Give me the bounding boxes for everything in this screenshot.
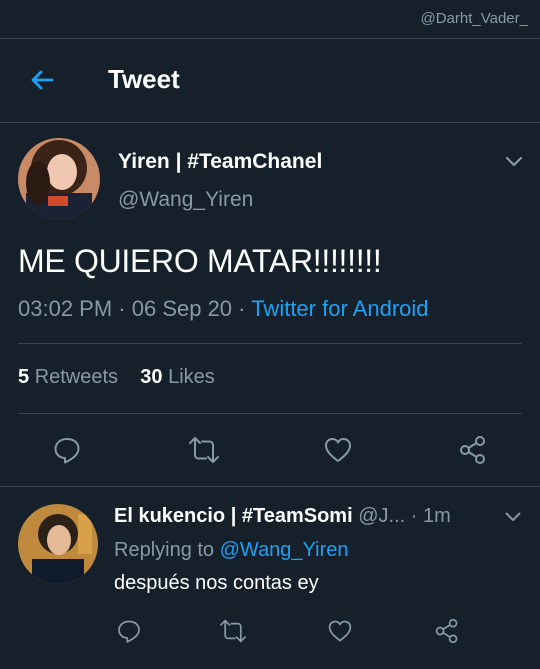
tweet-options-button[interactable]	[504, 155, 524, 169]
divider	[18, 413, 522, 414]
divider	[18, 343, 522, 344]
back-button[interactable]	[26, 64, 58, 96]
replying-to-link[interactable]: @Wang_Yiren	[220, 539, 349, 561]
back-arrow-icon	[31, 70, 54, 90]
watermark-handle: @Darht_Vader_	[420, 10, 528, 27]
share-button[interactable]	[458, 435, 488, 470]
reply-share-button[interactable]	[434, 618, 460, 649]
reply-reply-button[interactable]	[116, 618, 142, 649]
share-icon	[435, 618, 458, 644]
reply-header: El kukencio | #TeamSomi @J... · 1m	[114, 505, 451, 527]
tweet-time: 03:02 PM	[18, 296, 113, 321]
reply-retweet-button[interactable]	[219, 618, 247, 649]
likes-stat[interactable]: 30 Likes	[140, 366, 215, 388]
chevron-down-icon	[505, 512, 521, 521]
chevron-down-icon	[505, 156, 523, 167]
retweet-icon	[189, 437, 219, 463]
divider	[0, 486, 540, 487]
retweets-stat[interactable]: 5 Retweets	[18, 366, 118, 388]
reply-author-handle[interactable]: @J...	[358, 505, 405, 527]
reply-like-button[interactable]	[327, 618, 353, 649]
share-icon	[460, 436, 485, 464]
page-title: Tweet	[108, 64, 180, 94]
reply-options-button[interactable]	[504, 510, 522, 522]
header: Tweet	[0, 38, 540, 123]
tweet-author-handle[interactable]: @Wang_Yiren	[118, 188, 253, 212]
like-icon	[325, 438, 351, 462]
like-icon	[328, 620, 352, 642]
tweet-text: ME QUIERO MATAR!!!!!!!!	[18, 243, 382, 279]
retweet-icon	[219, 619, 246, 643]
reply-text: después nos contas ey	[114, 572, 319, 594]
tweet-meta: 03:02 PM · 06 Sep 20 · Twitter for Andro…	[18, 296, 429, 321]
tweet-stats: 5 Retweets 30 Likes	[18, 366, 215, 389]
reply-icon	[118, 620, 140, 643]
tweet-source-link[interactable]: Twitter for Android	[251, 296, 428, 321]
status-bar: @Darht_Vader_	[0, 0, 540, 39]
tweet-author-avatar[interactable]	[18, 138, 100, 220]
tweet-date: 06 Sep 20	[131, 296, 233, 321]
reply-author-name[interactable]: El kukencio | #TeamSomi	[114, 505, 353, 527]
tweet-author-name[interactable]: Yiren | #TeamChanel	[118, 150, 322, 174]
like-button[interactable]	[323, 435, 353, 470]
reply-author-avatar[interactable]	[18, 504, 98, 584]
retweet-button[interactable]	[188, 435, 220, 470]
replying-to: Replying to @Wang_Yiren	[114, 539, 349, 561]
reply-button[interactable]	[52, 435, 82, 470]
reply-time: 1m	[422, 505, 451, 527]
reply-icon	[54, 438, 80, 464]
